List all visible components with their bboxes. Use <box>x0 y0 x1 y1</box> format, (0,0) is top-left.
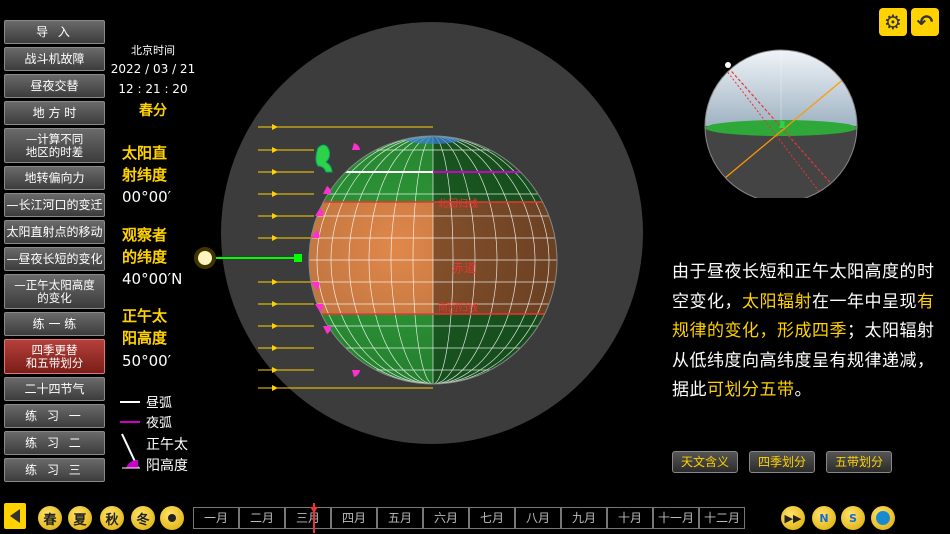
month-8[interactable]: 八月 <box>515 507 561 529</box>
left-nav: 导 入战斗机故障昼夜交替地 方 时 —计算不同 地区的时差地转偏向力 —长江河口的变… <box>4 20 105 485</box>
legend-day-arc: 昼弧 <box>120 392 172 411</box>
equator-label: 赤道 <box>452 261 476 275</box>
observer-sky-globe[interactable] <box>695 48 867 198</box>
month-10[interactable]: 十月 <box>607 507 653 529</box>
month-2[interactable]: 二月 <box>239 507 285 529</box>
night-arc-swatch <box>120 420 140 423</box>
four-seasons-division-button[interactable]: 四季划分 <box>749 451 816 473</box>
nav-exercise-2[interactable]: 练 习 二 <box>4 431 105 455</box>
play-button[interactable]: ▶▶ <box>781 506 805 530</box>
legend-noon-alt-2: 阳高度 <box>146 458 188 474</box>
north-pole-icon: N <box>819 511 829 525</box>
legend-day-arc-label: 昼弧 <box>146 396 173 411</box>
tropic-of-capricorn-label: 南回归线 <box>438 301 478 314</box>
nav-solar-terms[interactable]: 二十四节气 <box>4 377 105 401</box>
time-label: 北京时间 <box>131 44 175 57</box>
month-6[interactable]: 六月 <box>423 507 469 529</box>
nav-subsolar-point[interactable]: 太阳直射点的移动 <box>4 220 105 244</box>
summer-button[interactable]: 夏 <box>68 506 92 530</box>
spring-button[interactable]: 春 <box>38 506 62 530</box>
nav-exercise-1[interactable]: 练 习 一 <box>4 404 105 428</box>
month-9[interactable]: 九月 <box>561 507 607 529</box>
legend-noon-alt-1: 正午太 <box>146 437 188 453</box>
timeline-marker[interactable] <box>307 503 321 533</box>
nav-day-length[interactable]: —昼夜长短的变化 <box>4 247 105 271</box>
season-description: 由于昼夜长短和正午太阳高度的时空变化，太阳辐射在一年中呈现有规律的变化，形成四季… <box>672 258 944 406</box>
nav-noon-altitude[interactable]: —正午太阳高度 的变化 <box>4 274 105 309</box>
month-5[interactable]: 五月 <box>377 507 423 529</box>
south-view-button[interactable]: S <box>841 506 865 530</box>
desc-text-2: 在一年中呈现 <box>812 291 917 312</box>
observer-figure[interactable] <box>315 144 333 173</box>
nav-coriolis[interactable]: 地转偏向力 <box>4 166 105 190</box>
nav-fighter-fault[interactable]: 战斗机故障 <box>4 47 105 71</box>
nav-seasons-zones[interactable]: 四季更替 和五带划分 <box>4 339 105 374</box>
nav-local-time[interactable]: 地 方 时 <box>4 101 105 125</box>
noon-altitude-icon <box>121 433 140 469</box>
sun-position-button[interactable] <box>160 506 184 530</box>
month-11[interactable]: 十一月 <box>653 507 699 529</box>
nav-exercise-3[interactable]: 练 习 三 <box>4 458 105 482</box>
nav-intro[interactable]: 导 入 <box>4 20 105 44</box>
month-timeline[interactable]: 一月 二月 三月 四月 五月 六月 七月 八月 九月 十月 十一月 十二月 <box>193 507 745 529</box>
observer-latitude-value: 40°00′N <box>122 270 183 288</box>
clock-display: 12 : 21 : 20 <box>118 82 188 96</box>
undo-icon: ↶ <box>916 10 934 34</box>
legend-night-arc: 夜弧 <box>120 412 172 431</box>
day-arc-swatch <box>120 400 140 403</box>
earth-globe[interactable]: 北回归线 赤道 南回归线 <box>190 110 570 410</box>
gear-icon: ⚙ <box>884 10 902 34</box>
triangle-left-icon <box>10 509 20 523</box>
globe-view-button[interactable] <box>871 506 895 530</box>
desc-highlight-1: 太阳辐射 <box>742 291 812 312</box>
month-12[interactable]: 十二月 <box>699 507 745 529</box>
subsolar-latitude-value: 00°00′ <box>122 188 172 206</box>
previous-button[interactable] <box>4 503 26 529</box>
autumn-button[interactable]: 秋 <box>100 506 124 530</box>
back-button[interactable]: ↶ <box>911 8 939 36</box>
fast-forward-icon: ▶▶ <box>784 511 802 525</box>
five-zones-division-button[interactable]: 五带划分 <box>826 451 893 473</box>
noon-altitude-value: 50°00′ <box>122 352 172 370</box>
month-4[interactable]: 四月 <box>331 507 377 529</box>
north-view-button[interactable]: N <box>812 506 836 530</box>
settings-button[interactable]: ⚙ <box>879 8 907 36</box>
nav-yangtze-estuary[interactable]: —长江河口的变迁 <box>4 193 105 217</box>
date-display: 2022 / 03 / 21 <box>110 62 196 76</box>
south-pole-icon: S <box>849 511 857 525</box>
month-1[interactable]: 一月 <box>193 507 239 529</box>
nav-day-night[interactable]: 昼夜交替 <box>4 74 105 98</box>
desc-highlight-3: 可划分五带 <box>707 380 795 400</box>
sun-dot-icon <box>168 514 176 522</box>
tropic-of-cancer-label: 北回归线 <box>438 197 478 210</box>
nav-practice[interactable]: 练 一 练 <box>4 312 105 336</box>
globe-body <box>308 135 558 385</box>
season-label: 春分 <box>139 103 167 119</box>
globe-icon <box>876 511 890 525</box>
winter-button[interactable]: 冬 <box>131 506 155 530</box>
legend-night-arc-label: 夜弧 <box>146 416 173 431</box>
month-7[interactable]: 七月 <box>469 507 515 529</box>
desc-text-4: 。 <box>794 380 812 400</box>
astronomical-meaning-button[interactable]: 天文含义 <box>672 451 739 473</box>
nav-time-difference[interactable]: —计算不同 地区的时差 <box>4 128 105 163</box>
